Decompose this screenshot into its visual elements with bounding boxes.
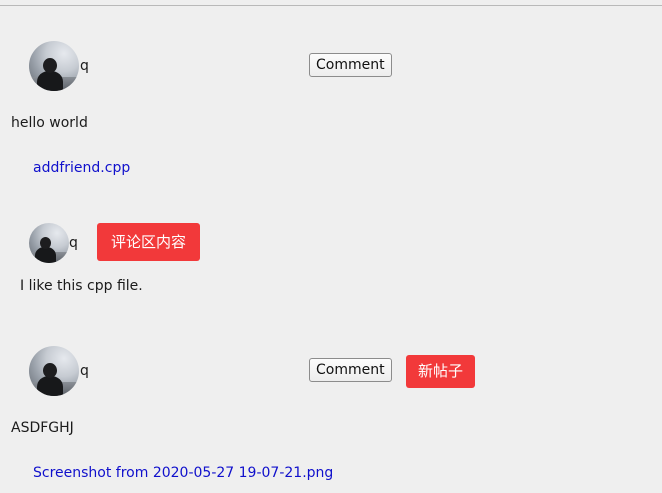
comment-button[interactable]: Comment — [309, 53, 392, 77]
post-1: q Comment hello world addfriend.cpp — [0, 0, 662, 190]
post-2: q Comment 新帖子 ASDFGHJ Screenshot from 20… — [0, 320, 662, 493]
user-avatar[interactable] — [29, 41, 79, 91]
new-post-badge: 新帖子 — [406, 355, 475, 388]
post-username[interactable]: q — [80, 363, 89, 379]
user-avatar[interactable] — [29, 346, 79, 396]
comment-button[interactable]: Comment — [309, 358, 392, 382]
post-content: hello world — [11, 115, 88, 131]
attachment-link[interactable]: addfriend.cpp — [33, 160, 130, 176]
comment-username[interactable]: q — [69, 235, 78, 251]
comment-section-badge: 评论区内容 — [97, 223, 200, 261]
post-content: ASDFGHJ — [11, 420, 74, 436]
attachment-link[interactable]: Screenshot from 2020-05-27 19-07-21.png — [33, 465, 333, 481]
comment-content: I like this cpp file. — [20, 278, 143, 294]
comment-user-avatar[interactable] — [29, 223, 69, 263]
comment-entry: q 评论区内容 I like this cpp file. — [0, 210, 662, 310]
post-username[interactable]: q — [80, 58, 89, 74]
